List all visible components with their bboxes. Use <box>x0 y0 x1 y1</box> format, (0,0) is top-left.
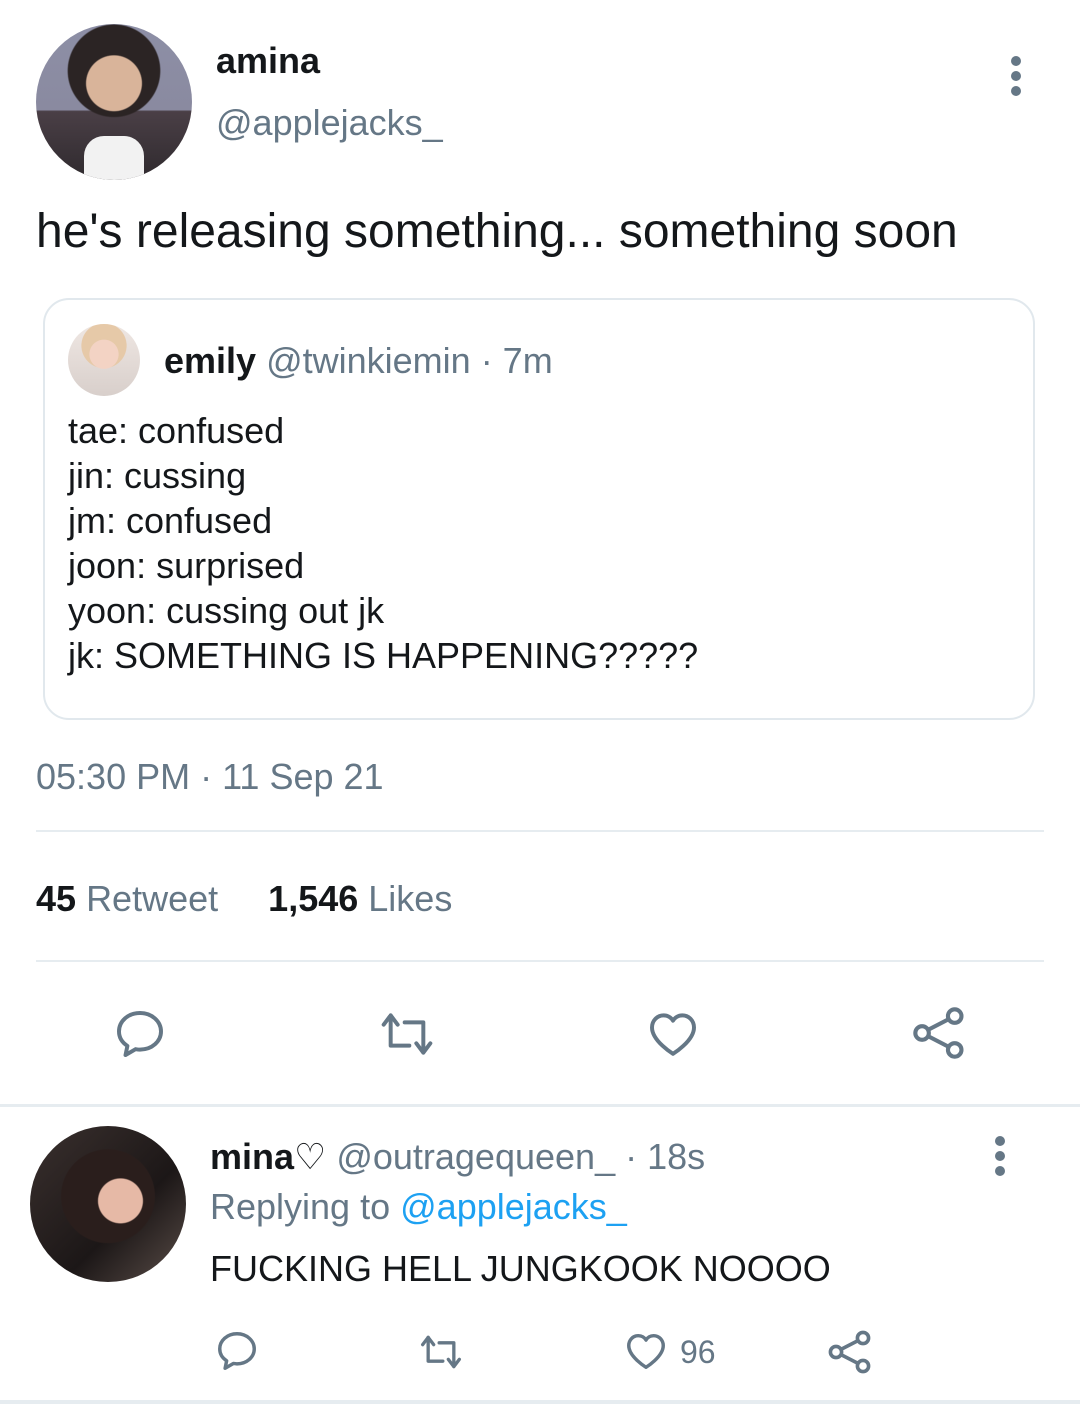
tweet-stats: 45 Retweet 1,546 Likes <box>36 878 452 920</box>
quoted-line: yoon: cussing out jk <box>68 590 385 631</box>
author-handle[interactable]: @applejacks_ <box>216 102 443 144</box>
reply-author-name[interactable]: mina♡ <box>210 1136 326 1177</box>
retweet-label[interactable]: Retweet <box>86 878 218 919</box>
reply-header: mina♡ @outragequeen_ · 18s <box>210 1136 705 1178</box>
reply-time: · 18s <box>625 1136 706 1177</box>
tweet-timestamp: 05:30 PM · 11 Sep 21 <box>36 756 384 797</box>
quoted-line: jm: confused <box>68 500 273 541</box>
reply-like-count: 96 <box>680 1334 716 1370</box>
share-icon[interactable] <box>826 1328 874 1376</box>
retweet-count[interactable]: 45 <box>36 878 76 919</box>
quoted-tweet-text: tae: confused jin: cussing jm: confused … <box>68 408 698 678</box>
divider <box>36 830 1044 832</box>
quoted-tweet-header: emily @twinkiemin · 7m <box>164 340 553 382</box>
reply-text: FUCKING HELL JUNGKOOK NOOOO <box>210 1248 831 1289</box>
quoted-author-handle: @twinkiemin <box>266 340 471 381</box>
replying-to: Replying to @applejacks_ <box>210 1186 627 1228</box>
heart-icon[interactable] <box>644 1006 702 1062</box>
more-vertical-icon[interactable] <box>990 1136 1010 1176</box>
share-icon[interactable] <box>910 1004 968 1062</box>
quoted-line: jk: SOMETHING IS HAPPENING????? <box>68 635 699 676</box>
section-divider <box>0 1104 1080 1107</box>
reply-author-handle[interactable]: @outragequeen_ <box>336 1136 615 1177</box>
reply-icon[interactable] <box>214 1328 260 1374</box>
author-avatar[interactable] <box>36 24 192 180</box>
more-vertical-icon[interactable] <box>1004 56 1028 96</box>
quoted-author-name: emily <box>164 340 257 381</box>
quoted-line: jin: cussing <box>68 455 247 496</box>
tweet-text: he's releasing something... something so… <box>36 205 958 258</box>
retweet-icon[interactable] <box>414 1330 468 1374</box>
quoted-tweet-time: · 7m <box>480 340 553 381</box>
quoted-author-avatar <box>68 324 140 396</box>
divider <box>36 960 1044 962</box>
replying-handle-link[interactable]: @applejacks_ <box>400 1186 627 1227</box>
heart-icon[interactable] <box>622 1328 670 1374</box>
like-count[interactable]: 1,546 <box>268 878 358 919</box>
quoted-line: tae: confused <box>68 410 285 451</box>
retweet-icon[interactable] <box>374 1006 440 1062</box>
author-display-name[interactable]: amina <box>216 40 320 82</box>
replying-prefix: Replying to <box>210 1186 391 1227</box>
quoted-line: joon: surprised <box>68 545 305 586</box>
bottom-divider <box>0 1400 1080 1404</box>
reply-author-avatar[interactable] <box>30 1126 186 1282</box>
reply-icon[interactable] <box>112 1006 168 1062</box>
like-label[interactable]: Likes <box>368 878 452 919</box>
